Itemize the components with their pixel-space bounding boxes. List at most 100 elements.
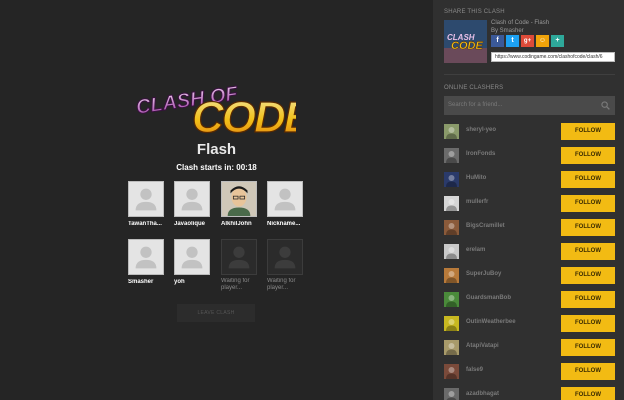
avatar-photo-icon [446, 343, 457, 355]
avatar-photo-icon [446, 391, 457, 400]
player-slot-empty: Waiting for player... [267, 239, 307, 292]
clasher-name[interactable]: IronFonds [466, 151, 495, 157]
user-silhouette-icon [135, 188, 157, 211]
googleplus-icon[interactable]: g+ [521, 35, 534, 47]
svg-text:CODE: CODE [451, 40, 483, 52]
player-name: Nickname... [267, 221, 301, 227]
clasher-row: SuperJuBoy FOLLOW [444, 267, 615, 284]
clasher-name[interactable]: OutinWeatherbee [466, 319, 516, 325]
clasher-name[interactable]: mullerfr [466, 199, 488, 205]
avatar-photo-icon [446, 175, 457, 187]
leave-clash-button[interactable]: LEAVE CLASH [177, 304, 255, 322]
player-name: Javaolique [174, 221, 206, 227]
player-avatar [128, 239, 164, 275]
follow-button[interactable]: FOLLOW [561, 147, 615, 164]
clasher-avatar[interactable] [444, 388, 459, 400]
clasher-avatar[interactable] [444, 220, 459, 235]
clash-of-code-logo: CLASH OF CODE [134, 82, 296, 136]
user-silhouette-icon [181, 246, 203, 269]
waiting-label: Waiting for player... [267, 278, 296, 291]
player-avatar [221, 181, 257, 217]
follow-button[interactable]: FOLLOW [561, 339, 615, 356]
follow-button[interactable]: FOLLOW [561, 123, 615, 140]
clasher-avatar[interactable] [444, 340, 459, 355]
clasher-name[interactable]: erelam [466, 247, 485, 253]
avatar-photo-icon [446, 247, 457, 259]
follow-button[interactable]: FOLLOW [561, 315, 615, 332]
waiting-label: Waiting for player... [221, 278, 250, 291]
clasher-row: HuMito FOLLOW [444, 171, 615, 188]
user-silhouette-icon [228, 246, 250, 269]
follow-button[interactable]: FOLLOW [561, 171, 615, 188]
clasher-name[interactable]: HuMito [466, 175, 486, 181]
clasher-name[interactable]: BigsCramillet [466, 223, 505, 229]
avatar-photo-icon [446, 127, 457, 139]
clasher-row: azadbhagat FOLLOW [444, 387, 615, 400]
clasher-avatar[interactable] [444, 268, 459, 283]
follow-button[interactable]: FOLLOW [561, 195, 615, 212]
player-name: AlkhilJohn [221, 221, 252, 227]
player-avatar-empty [267, 239, 303, 275]
clasher-avatar[interactable] [444, 292, 459, 307]
user-silhouette-icon [135, 246, 157, 269]
player-slot[interactable]: Smasher [128, 239, 168, 285]
user-photo-icon [222, 182, 256, 216]
clasher-name[interactable]: SuperJuBoy [466, 271, 501, 277]
player-name: TawanTha... [128, 221, 162, 227]
clasher-avatar[interactable] [444, 124, 459, 139]
share-section-title: SHARE THIS CLASH [444, 9, 505, 15]
follow-button[interactable]: FOLLOW [561, 243, 615, 260]
player-slot[interactable]: TawanTha... [128, 181, 168, 227]
online-section-title: ONLINE CLASHERS [444, 85, 504, 91]
twitter-icon[interactable]: t [506, 35, 519, 47]
player-name: yoh [174, 279, 185, 285]
clasher-row: erelam FOLLOW [444, 243, 615, 260]
player-slot[interactable]: AlkhilJohn [221, 181, 261, 227]
clasher-name[interactable]: sheryl-yeo [466, 127, 496, 133]
clasher-row: AtapiVatapi FOLLOW [444, 339, 615, 356]
player-avatar [174, 239, 210, 275]
clasher-row: mullerfr FOLLOW [444, 195, 615, 212]
share-clash-name: Clash of Code - Flash [491, 20, 550, 26]
player-slot[interactable]: Nickname... [267, 181, 307, 227]
avatar-photo-icon [446, 199, 457, 211]
player-avatar-empty [221, 239, 257, 275]
friend-search-input[interactable]: Search for a friend... [444, 96, 615, 115]
clasher-name[interactable]: azadbhagat [466, 391, 499, 397]
clasher-name[interactable]: GuardsmanBob [466, 295, 511, 301]
player-avatar [267, 181, 303, 217]
share-author: By Smasher [491, 28, 524, 34]
vk-icon[interactable]: ☺ [536, 35, 549, 47]
follow-button[interactable]: FOLLOW [561, 291, 615, 308]
more-icon[interactable]: + [551, 35, 564, 47]
clasher-row: false9 FOLLOW [444, 363, 615, 380]
follow-button[interactable]: FOLLOW [561, 267, 615, 284]
countdown-label: Clash starts in: 00:18 [176, 163, 257, 172]
clasher-avatar[interactable] [444, 148, 459, 163]
player-name: Smasher [128, 279, 154, 285]
share-url-field[interactable]: https://www.codingame.com/clashofcode/cl… [491, 52, 615, 62]
clasher-avatar[interactable] [444, 172, 459, 187]
search-icon[interactable] [601, 101, 610, 110]
player-slot-empty: Waiting for player... [221, 239, 261, 292]
player-avatar [128, 181, 164, 217]
player-avatar [174, 181, 210, 217]
clasher-avatar[interactable] [444, 244, 459, 259]
facebook-icon[interactable]: f [491, 35, 504, 47]
clasher-name[interactable]: AtapiVatapi [466, 343, 499, 349]
clasher-avatar[interactable] [444, 316, 459, 331]
clash-mode-title: Flash [196, 141, 237, 158]
avatar-photo-icon [446, 319, 457, 331]
avatar-photo-icon [446, 295, 457, 307]
player-slot[interactable]: yoh [174, 239, 214, 285]
clasher-avatar[interactable] [444, 196, 459, 211]
player-slot[interactable]: Javaolique [174, 181, 214, 227]
sidebar: SHARE THIS CLASH CLASH CODE Clash of Cod… [433, 0, 624, 400]
follow-button[interactable]: FOLLOW [561, 363, 615, 380]
clasher-avatar[interactable] [444, 364, 459, 379]
follow-button[interactable]: FOLLOW [561, 219, 615, 236]
clasher-name[interactable]: false9 [466, 367, 483, 373]
avatar-photo-icon [446, 151, 457, 163]
follow-button[interactable]: FOLLOW [561, 387, 615, 400]
user-silhouette-icon [181, 188, 203, 211]
